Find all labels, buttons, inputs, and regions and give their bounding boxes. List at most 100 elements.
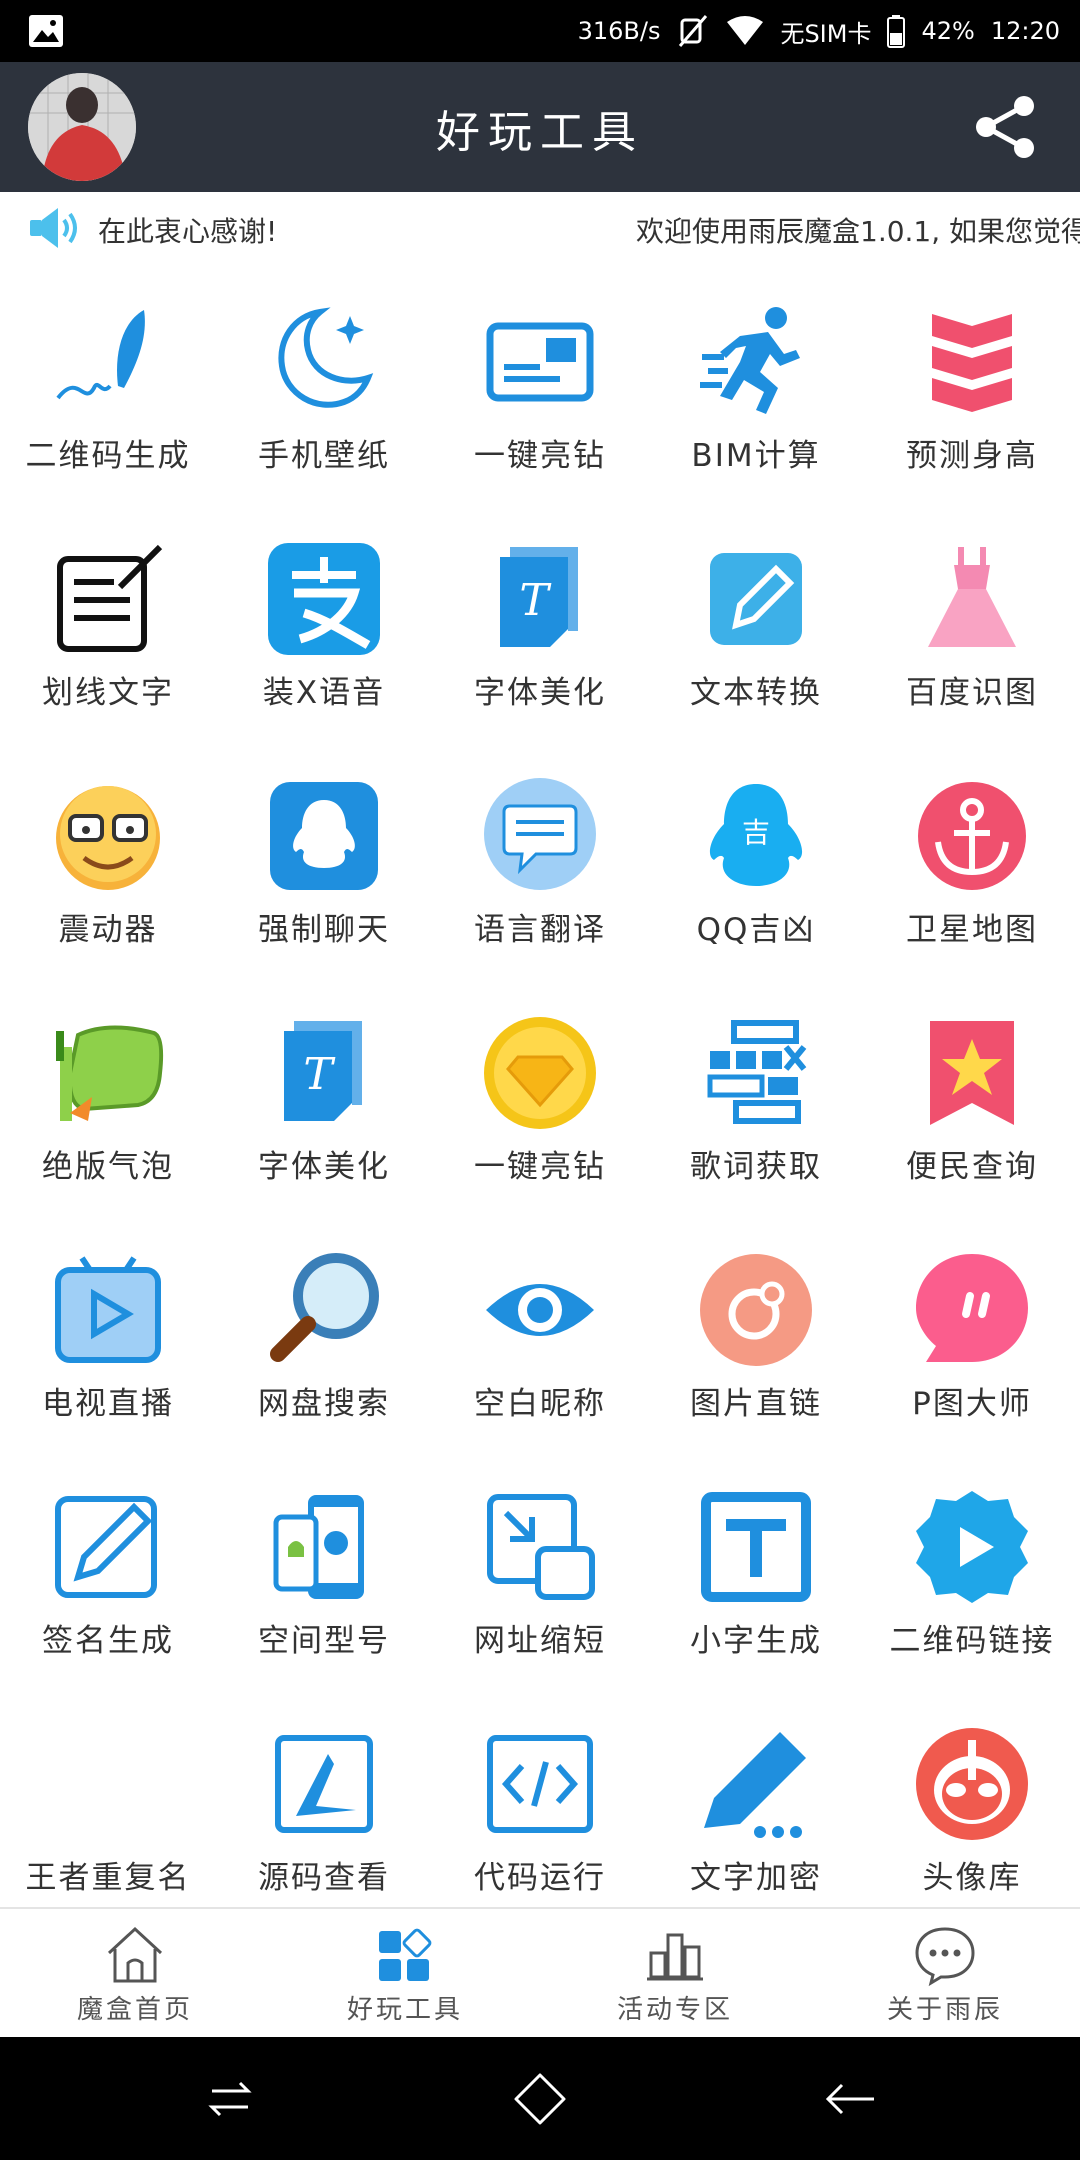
recents-icon[interactable] bbox=[198, 2067, 262, 2131]
pink-bubble-icon bbox=[916, 1254, 1028, 1362]
blank-icon bbox=[48, 1724, 168, 1844]
tool-item[interactable]: 一键亮钻 bbox=[432, 262, 648, 499]
tab-about[interactable]: 关于雨辰 bbox=[810, 1909, 1080, 2039]
tool-item[interactable]: 文本转换 bbox=[648, 499, 864, 736]
tool-item[interactable]: 百度识图 bbox=[864, 499, 1080, 736]
tool-label: 一键亮钻 bbox=[474, 438, 606, 474]
phones-icon bbox=[273, 1495, 364, 1599]
status-bar: 316B/s 无SIM卡 42% 12:20 bbox=[0, 0, 1080, 62]
tool-item[interactable]: 电视直播 bbox=[0, 1210, 216, 1447]
code-icon bbox=[487, 1735, 593, 1833]
link-circle-icon bbox=[700, 1254, 812, 1366]
svg-text:T: T bbox=[303, 1049, 336, 1100]
tool-item[interactable]: 吉 QQ吉凶 bbox=[648, 736, 864, 973]
tool-label: 卫星地图 bbox=[906, 912, 1038, 948]
card-icon bbox=[486, 322, 594, 402]
shrink-icon bbox=[487, 1494, 595, 1600]
message-icon bbox=[915, 1927, 975, 1987]
tool-item[interactable]: 便民查询 bbox=[864, 973, 1080, 1210]
tool-item[interactable]: BIM计算 bbox=[648, 262, 864, 499]
tool-item[interactable]: 网址缩短 bbox=[432, 1447, 648, 1684]
star-badge-icon bbox=[930, 1021, 1014, 1125]
app-header: 好玩工具 bbox=[0, 62, 1080, 192]
tool-item[interactable]: 划线文字 bbox=[0, 499, 216, 736]
page-title: 好玩工具 bbox=[436, 107, 644, 158]
tool-label: 文字加密 bbox=[690, 1860, 822, 1896]
podium-icon bbox=[647, 1933, 703, 1981]
back-icon[interactable] bbox=[818, 2067, 882, 2131]
tv-icon bbox=[55, 1256, 161, 1363]
clock: 12:20 bbox=[990, 17, 1060, 45]
gallery-icon bbox=[29, 15, 63, 47]
tool-label: 代码运行 bbox=[474, 1860, 606, 1896]
tool-label: 绝版气泡 bbox=[42, 1149, 174, 1185]
tool-item[interactable]: 源码查看 bbox=[216, 1684, 432, 1907]
pen-dots-icon bbox=[704, 1732, 806, 1838]
tool-item[interactable]: 头像库 bbox=[864, 1684, 1080, 1907]
tool-label: 网址缩短 bbox=[474, 1623, 606, 1659]
tool-label: 小字生成 bbox=[690, 1623, 822, 1659]
tool-item[interactable]: 王者重复名 bbox=[0, 1684, 216, 1907]
tool-item[interactable]: T 字体美化 bbox=[216, 973, 432, 1210]
tool-label: QQ吉凶 bbox=[696, 912, 816, 948]
tool-label: 网盘搜索 bbox=[258, 1386, 390, 1422]
chat-bubble-icon bbox=[484, 778, 596, 890]
tool-item[interactable]: P图大师 bbox=[864, 1210, 1080, 1447]
moon-icon bbox=[278, 307, 374, 408]
tool-grid: 二维码生成 手机壁纸 一键亮钻 BIM计算 预测身高 划线文字 装X语音 T 字体美化 文本转换百… bbox=[0, 262, 1080, 1907]
tool-label: 空白昵称 bbox=[474, 1386, 606, 1422]
bottom-tab-bar: 魔盒首页 好玩工具 活动专区 关于雨辰 bbox=[0, 1907, 1080, 2039]
tool-item[interactable]: 语言翻译 bbox=[432, 736, 648, 973]
tool-item[interactable]: T 字体美化 bbox=[432, 499, 648, 736]
chevrons-icon bbox=[932, 314, 1012, 412]
tool-item[interactable]: 歌词获取 bbox=[648, 973, 864, 1210]
tool-item[interactable]: 二维码生成 bbox=[0, 262, 216, 499]
tool-label: 强制聊天 bbox=[258, 912, 390, 948]
eye-icon bbox=[486, 1284, 594, 1336]
notice-text: 在此衷心感谢! bbox=[98, 215, 278, 248]
tool-item[interactable]: 卫星地图 bbox=[864, 736, 1080, 973]
svg-text:吉: 吉 bbox=[742, 816, 770, 849]
tool-item[interactable]: 一键亮钻 bbox=[432, 973, 648, 1210]
tool-label: 手机壁纸 bbox=[258, 438, 390, 474]
source-icon bbox=[275, 1735, 373, 1833]
tool-item[interactable]: 装X语音 bbox=[216, 499, 432, 736]
tool-item[interactable]: 二维码链接 bbox=[864, 1447, 1080, 1684]
tool-item[interactable]: 预测身高 bbox=[864, 262, 1080, 499]
tool-item[interactable]: 签名生成 bbox=[0, 1447, 216, 1684]
tool-label: 装X语音 bbox=[262, 675, 386, 711]
tool-item[interactable]: 网盘搜索 bbox=[216, 1210, 432, 1447]
tool-label: BIM计算 bbox=[691, 438, 821, 474]
share-icon[interactable] bbox=[970, 92, 1040, 162]
tool-item[interactable]: 手机壁纸 bbox=[216, 262, 432, 499]
home-nav-icon[interactable] bbox=[508, 2067, 572, 2131]
tab-label: 好玩工具 bbox=[346, 1995, 463, 2025]
bubble-veg-icon bbox=[56, 1025, 164, 1121]
tool-label: 图片直链 bbox=[690, 1386, 822, 1422]
tool-item[interactable]: 文字加密 bbox=[648, 1684, 864, 1907]
tab-activity[interactable]: 活动专区 bbox=[540, 1909, 810, 2039]
face-icon bbox=[56, 786, 160, 890]
tool-item[interactable]: 震动器 bbox=[0, 736, 216, 973]
anchor-icon bbox=[918, 782, 1026, 890]
tool-label: 便民查询 bbox=[906, 1149, 1038, 1185]
runner-icon bbox=[700, 307, 800, 414]
tool-label: 歌词获取 bbox=[690, 1149, 822, 1185]
tool-item[interactable]: 图片直链 bbox=[648, 1210, 864, 1447]
tool-item[interactable]: 绝版气泡 bbox=[0, 973, 216, 1210]
tool-label: 二维码生成 bbox=[25, 438, 191, 474]
tool-item[interactable]: 代码运行 bbox=[432, 1684, 648, 1907]
dress-icon bbox=[928, 547, 1016, 647]
qq-penguin-icon: 吉 bbox=[709, 784, 803, 886]
tool-item[interactable]: 小字生成 bbox=[648, 1447, 864, 1684]
tab-tools[interactable]: 好玩工具 bbox=[270, 1909, 540, 2039]
tool-label: 字体美化 bbox=[258, 1149, 390, 1185]
tool-item[interactable]: 空白昵称 bbox=[432, 1210, 648, 1447]
font-doc-icon: T bbox=[500, 547, 578, 647]
tool-label: 语言翻译 bbox=[474, 912, 606, 948]
tool-item[interactable]: 强制聊天 bbox=[216, 736, 432, 973]
tool-item[interactable]: 空间型号 bbox=[216, 1447, 432, 1684]
quill-icon bbox=[56, 310, 145, 400]
tab-home[interactable]: 魔盒首页 bbox=[0, 1909, 270, 2039]
ultraman-icon bbox=[916, 1728, 1028, 1840]
